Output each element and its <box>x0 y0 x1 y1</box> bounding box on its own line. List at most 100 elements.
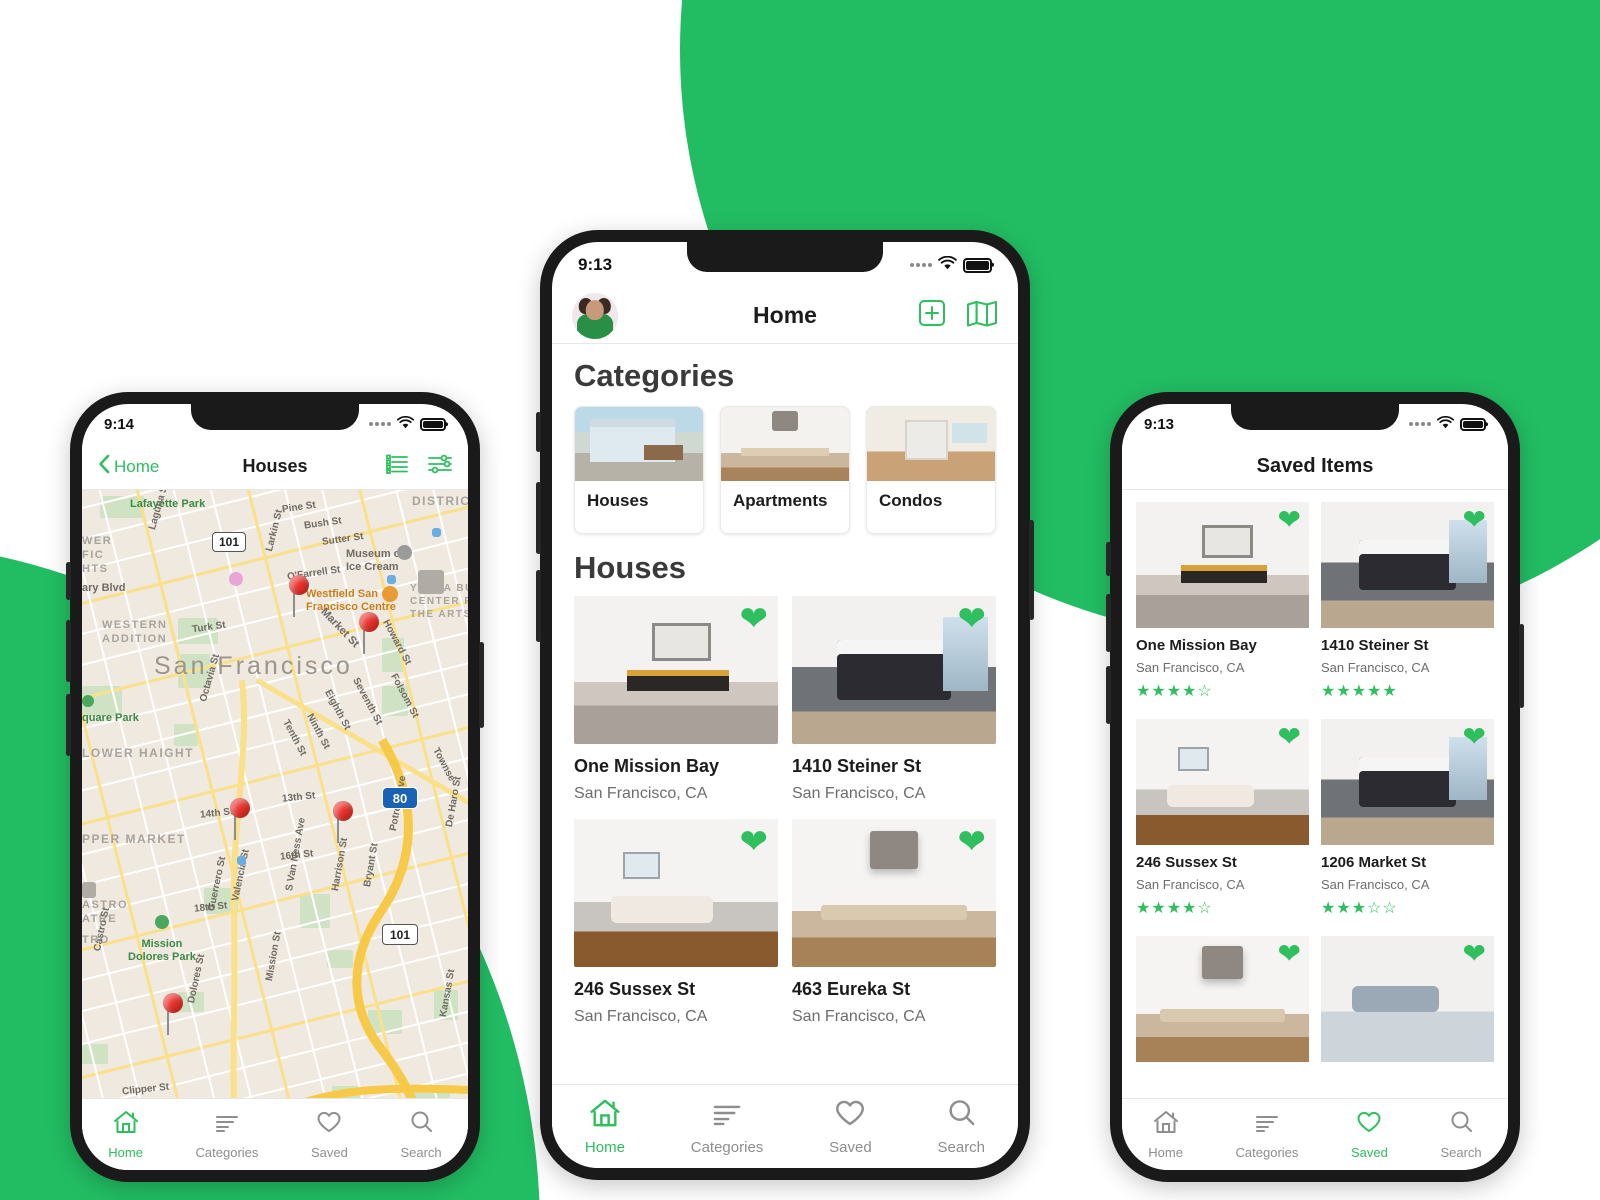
saved-item[interactable]: ❤ 1410 Steiner St San Francisco, CA ★★★★… <box>1321 502 1494 701</box>
category-card[interactable]: Condos <box>866 406 996 534</box>
map-highway-shield-101: 101 <box>212 532 246 552</box>
back-label: Home <box>114 456 160 476</box>
tab-categories[interactable]: Categories <box>691 1097 763 1156</box>
map-city-label: San Francisco <box>154 652 353 680</box>
map-canvas[interactable]: Lafayette Park Pine St Bush St Sutter St… <box>82 490 468 1170</box>
phone-volume-down-button[interactable] <box>1106 666 1111 724</box>
heart-filled-icon[interactable]: ❤ <box>1463 506 1486 534</box>
map-poi-marker[interactable] <box>382 586 398 602</box>
phone-volume-up-button[interactable] <box>1106 594 1111 652</box>
rating-stars: ★★★★☆ <box>1136 900 1213 917</box>
rating-stars: ★★★☆☆ <box>1321 900 1398 917</box>
map-poi-marker[interactable] <box>82 695 94 707</box>
categories-row[interactable]: Houses Apartments Condos <box>552 406 1018 534</box>
listing-location: San Francisco, CA <box>1321 660 1430 675</box>
tab-saved[interactable]: Saved <box>1351 1109 1388 1160</box>
status-time: 9:13 <box>578 255 613 274</box>
category-image <box>721 407 849 481</box>
saved-item[interactable]: ❤ One Mission Bay San Francisco, CA ★★★★… <box>1136 502 1309 701</box>
map-poi-marker[interactable] <box>229 572 243 586</box>
listing-card[interactable]: ❤ 463 Eureka St San Francisco, CA <box>792 819 996 1026</box>
home-icon <box>112 1109 140 1140</box>
heart-filled-icon[interactable]: ❤ <box>740 602 769 636</box>
tab-search[interactable]: Search <box>400 1109 442 1160</box>
map-pin[interactable] <box>230 798 250 840</box>
phone-volume-down-button[interactable] <box>66 694 71 756</box>
listing-card[interactable]: ❤ 1410 Steiner St San Francisco, CA <box>792 596 996 803</box>
listing-image: ❤ <box>792 596 996 744</box>
tab-label: Saved <box>829 1139 872 1156</box>
heart-filled-icon[interactable]: ❤ <box>740 825 769 859</box>
map-pin[interactable] <box>289 575 309 617</box>
tab-home[interactable]: Home <box>1148 1109 1183 1160</box>
map-poi-marker[interactable] <box>237 856 246 865</box>
saved-item[interactable]: ❤ <box>1321 936 1494 1062</box>
listing-image: ❤ <box>1321 719 1494 845</box>
heart-filled-icon[interactable]: ❤ <box>1278 940 1301 968</box>
listing-card[interactable]: ❤ One Mission Bay San Francisco, CA <box>574 596 778 803</box>
phone-mute-button[interactable] <box>536 412 541 452</box>
map-pin[interactable] <box>359 612 379 654</box>
saved-item[interactable]: ❤ <box>1136 936 1309 1062</box>
tab-search[interactable]: Search <box>938 1097 985 1156</box>
phone-mute-button[interactable] <box>1106 542 1111 576</box>
map-label: WER FIC HTS <box>82 535 113 575</box>
map-pin[interactable] <box>163 993 183 1035</box>
phone-mute-button[interactable] <box>66 562 71 600</box>
map-label: Lafayette Park <box>130 498 206 510</box>
heart-filled-icon[interactable]: ❤ <box>1278 723 1301 751</box>
categories-icon <box>710 1097 744 1134</box>
tab-search[interactable]: Search <box>1440 1109 1482 1160</box>
saved-item[interactable]: ❤ 1206 Market St San Francisco, CA ★★★☆☆ <box>1321 719 1494 918</box>
listing-title: 1410 Steiner St <box>1321 637 1429 654</box>
map-poi-marker[interactable] <box>155 915 169 929</box>
battery-icon <box>963 257 992 273</box>
map-label: WESTERN ADDITION <box>102 619 168 645</box>
tab-home[interactable]: Home <box>585 1097 625 1156</box>
category-card[interactable]: Houses <box>574 406 704 534</box>
tab-saved[interactable]: Saved <box>311 1109 348 1160</box>
phone-volume-up-button[interactable] <box>66 620 71 682</box>
category-card[interactable]: Apartments <box>720 406 850 534</box>
tab-categories[interactable]: Categories <box>196 1109 258 1160</box>
phone-volume-up-button[interactable] <box>536 482 541 554</box>
tab-home[interactable]: Home <box>108 1109 143 1160</box>
saved-item[interactable]: ❤ 246 Sussex St San Francisco, CA ★★★★☆ <box>1136 719 1309 918</box>
search-icon <box>944 1097 978 1134</box>
phone-power-button[interactable] <box>1519 624 1524 708</box>
map-label: DISTRICT <box>412 494 468 508</box>
phone-volume-down-button[interactable] <box>536 570 541 642</box>
nav-bar: Home Houses <box>82 444 468 490</box>
phone-notch <box>687 242 883 272</box>
signal-dots-icon <box>910 263 932 267</box>
back-button[interactable]: Home <box>98 454 159 479</box>
category-image <box>575 407 703 481</box>
heart-filled-icon[interactable]: ❤ <box>958 825 987 859</box>
listing-image: ❤ <box>1136 502 1309 628</box>
phone-power-button[interactable] <box>1029 520 1034 620</box>
user-avatar[interactable] <box>572 292 618 339</box>
heart-filled-icon[interactable]: ❤ <box>1463 723 1486 751</box>
map-label: Mission Dolores Park <box>128 938 196 963</box>
listing-title: 1206 Market St <box>1321 854 1427 871</box>
list-view-icon[interactable] <box>386 454 408 479</box>
map-fold-icon[interactable] <box>966 299 998 332</box>
heart-outline-icon <box>315 1109 343 1140</box>
category-image <box>867 407 995 481</box>
tab-categories[interactable]: Categories <box>1236 1109 1298 1160</box>
status-time: 9:13 <box>1144 415 1175 433</box>
heart-filled-icon[interactable]: ❤ <box>1463 940 1486 968</box>
filter-sliders-icon[interactable] <box>428 454 452 479</box>
map-pin[interactable] <box>333 801 353 843</box>
phone-left-map-screen: 9:14 Home Houses Lafayette Park Pine St … <box>66 392 484 1182</box>
rating-stars: ★★★★☆ <box>1136 683 1213 700</box>
map-poi-marker[interactable] <box>397 545 412 560</box>
listing-card[interactable]: ❤ 246 Sussex St San Francisco, CA <box>574 819 778 1026</box>
map-poi-marker[interactable] <box>387 575 396 584</box>
heart-filled-icon[interactable]: ❤ <box>1278 506 1301 534</box>
map-poi-marker[interactable] <box>432 528 441 537</box>
plus-square-icon[interactable] <box>918 299 946 332</box>
phone-power-button[interactable] <box>479 642 484 728</box>
heart-filled-icon[interactable]: ❤ <box>958 602 987 636</box>
tab-saved[interactable]: Saved <box>829 1097 872 1156</box>
